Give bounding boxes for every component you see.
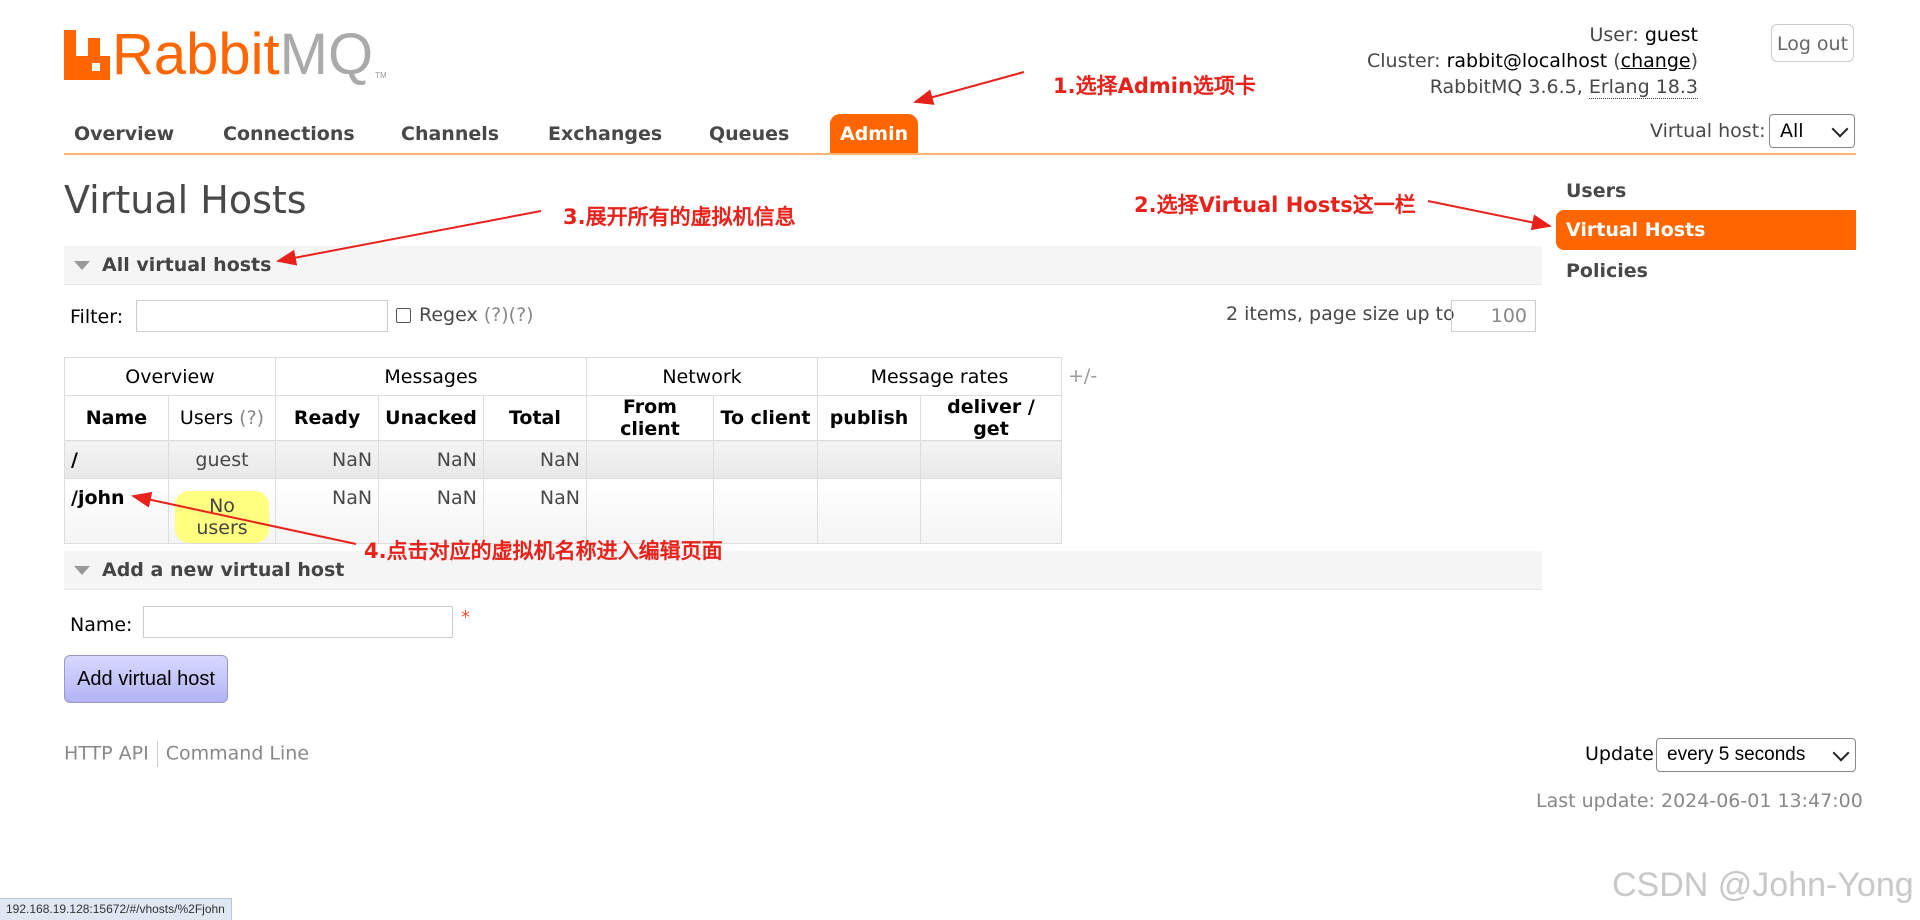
annotation-step-1: 1.选择Admin选项卡 bbox=[1053, 74, 1256, 98]
annotation-step-2: 2.选择Virtual Hosts这一栏 bbox=[1134, 193, 1416, 217]
arrow-to-virtual-hosts bbox=[1427, 200, 1552, 231]
annotation-step-3: 3.展开所有的虚拟机信息 bbox=[563, 205, 796, 229]
arrow-to-all-vhosts bbox=[276, 210, 542, 266]
annotation-step-4: 4.点击对应的虚拟机名称进入编辑页面 bbox=[364, 539, 723, 563]
annotation-arrows bbox=[131, 71, 1552, 545]
arrow-to-john bbox=[131, 491, 357, 545]
arrow-to-admin-tab bbox=[913, 71, 1025, 105]
